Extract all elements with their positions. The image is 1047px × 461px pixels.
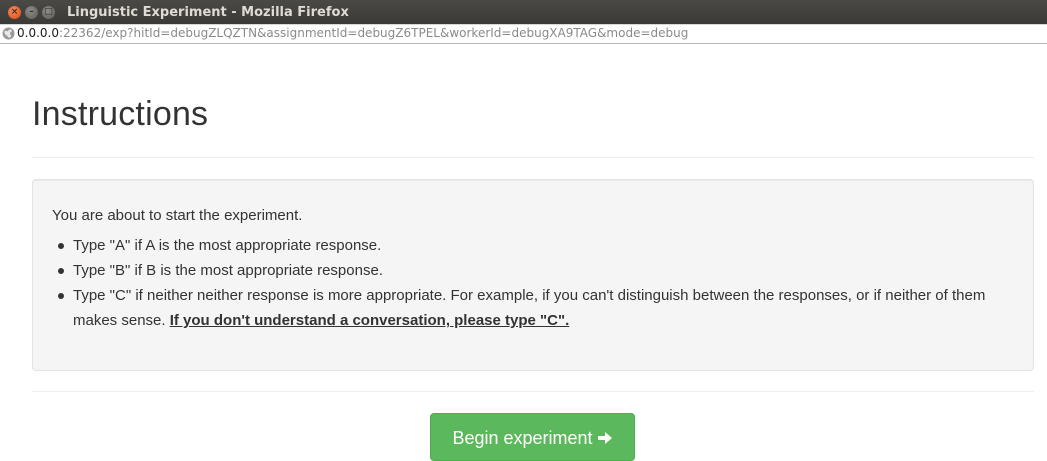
url-row[interactable]: 0.0.0.0:22362/exp?hitId=debugZLQZTN&assi… [2,26,1047,41]
window-close-button[interactable]: × [8,5,21,19]
instruction-list: Type "A" if A is the most appropriate re… [52,233,993,333]
bullet-b-text: Type "B" if B is the most appropriate re… [73,262,383,279]
bullet-a-text: Type "A" if A is the most appropriate re… [73,237,382,254]
window-title: Linguistic Experiment - Mozilla Firefox [67,4,349,20]
window-minimize-button[interactable]: – [25,5,38,19]
url-underline [0,43,1047,44]
page-title: Instructions [32,95,209,133]
window-controls: × – □ [8,5,59,19]
begin-experiment-button[interactable]: Begin experiment [430,413,635,461]
arrow-right-icon [597,432,612,444]
globe-icon [2,27,15,40]
window-titlebar: × – □ Linguistic Experiment - Mozilla Fi… [0,0,1047,24]
url-bar[interactable]: 0.0.0.0:22362/exp?hitId=debugZLQZTN&assi… [0,24,1047,62]
divider-bottom [32,391,1034,392]
instructions-panel: You are about to start the experiment. T… [32,179,1034,371]
url-path: :22362/exp?hitId=debugZLQZTN&assignmentI… [58,26,689,40]
emphasis-text: If you don't understand a conversation, … [169,312,570,329]
intro-text: You are about to start the experiment. [52,207,303,224]
begin-button-label: Begin experiment [452,428,593,448]
list-item: Type "A" if A is the most appropriate re… [58,233,993,258]
list-item: Type "C" if neither neither response is … [58,283,993,333]
window-maximize-button[interactable]: □ [42,5,55,19]
url-host: 0.0.0.0 [17,26,59,40]
list-item: Type "B" if B is the most appropriate re… [58,258,993,283]
divider-top [32,157,1034,158]
